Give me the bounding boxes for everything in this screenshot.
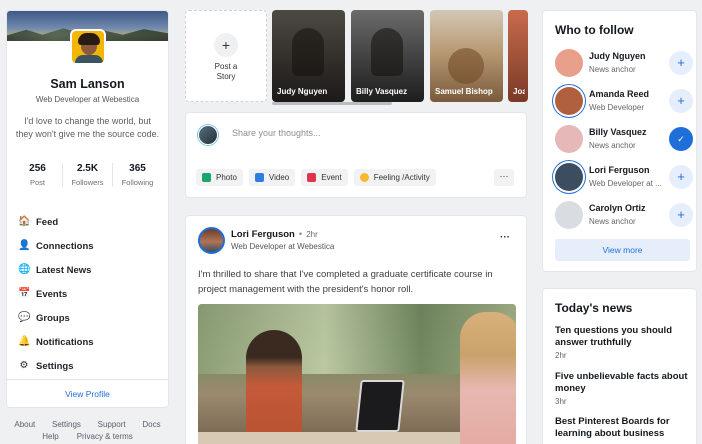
smiley-icon — [359, 173, 369, 182]
avatar[interactable] — [555, 201, 583, 229]
following-button[interactable]: ✓ — [669, 127, 693, 151]
stat-followers: 2.5K Followers — [62, 163, 112, 187]
post-author-subtitle: Web Developer at Webestica — [231, 242, 335, 251]
story-card[interactable]: Judy Nguyen — [272, 10, 345, 102]
post-image[interactable] — [198, 304, 516, 444]
feed-post: Lori Ferguson • 2hr Web Developer at Webes… — [185, 215, 527, 444]
todays-news-title: Today's news — [555, 301, 633, 315]
profile-stats: 256 Post 2.5K Followers 365 Following — [13, 163, 162, 187]
who-to-follow-title: Who to follow — [555, 23, 634, 37]
footer-docs[interactable]: Docs — [142, 420, 160, 429]
news-item[interactable]: Five unbelievable facts about money 3hr — [555, 371, 690, 406]
avatar[interactable] — [555, 125, 583, 153]
footer-help[interactable]: Help — [42, 432, 58, 441]
composer-avatar — [198, 125, 218, 145]
post-story-label: Post a Story — [214, 62, 238, 81]
story-card[interactable]: Samuel Bishop — [430, 10, 503, 102]
footer-privacy[interactable]: Privacy & terms — [77, 432, 133, 441]
footer-settings[interactable]: Settings — [52, 420, 81, 429]
home-icon: 🏠 — [18, 216, 31, 227]
feeling-button[interactable]: Feeling /Activity — [353, 169, 436, 186]
follow-item: Billy Vasquez News anchor ✓ — [555, 125, 693, 155]
nav-latest-news[interactable]: 🌐 Latest News — [18, 258, 162, 282]
story-name: Samuel Bishop — [435, 87, 493, 96]
calendar-icon: 📅 — [18, 288, 31, 299]
follow-button[interactable]: + — [669, 89, 693, 113]
stat-following: 365 Following — [112, 163, 162, 187]
follow-item: Amanda Reed Web Developer + — [555, 87, 693, 117]
profile-card: Sam Lanson Web Developer at Webestica I'… — [6, 10, 169, 408]
post-composer: Share your thoughts... Photo Video Event… — [185, 112, 527, 198]
plus-icon: + — [214, 33, 238, 57]
view-more-button[interactable]: View more — [555, 239, 690, 261]
follow-item: Lori Ferguson Web Developer at ... + — [555, 163, 693, 193]
event-button[interactable]: Event — [301, 169, 348, 186]
nav-events[interactable]: 📅 Events — [18, 282, 162, 306]
bell-icon: 🔔 — [18, 336, 31, 347]
nav-feed[interactable]: 🏠 Feed — [18, 210, 162, 234]
footer-links: About Settings Support Docs Help Privacy… — [6, 420, 169, 444]
nav-notifications[interactable]: 🔔 Notifications — [18, 330, 162, 354]
calendar-icon — [307, 173, 317, 182]
nav-connections[interactable]: 👤 Connections — [18, 234, 162, 258]
story-name: Billy Vasquez — [356, 87, 408, 96]
follow-button[interactable]: + — [669, 203, 693, 227]
avatar[interactable] — [555, 49, 583, 77]
globe-icon: 🌐 — [18, 264, 31, 275]
avatar[interactable] — [555, 87, 583, 115]
nav-groups[interactable]: 💬 Groups — [18, 306, 162, 330]
composer-actions: Photo Video Event Feeling /Activity — [196, 169, 436, 186]
post-author-avatar[interactable] — [198, 227, 225, 254]
follow-button[interactable]: + — [669, 51, 693, 75]
profile-title: Web Developer at Webestica — [35, 95, 140, 104]
post-text: I'm thrilled to share that I've complete… — [198, 269, 493, 295]
post-time: 2hr — [306, 230, 318, 239]
footer-support[interactable]: Support — [98, 420, 126, 429]
news-item[interactable]: Ten questions you should answer truthful… — [555, 325, 690, 360]
composer-more-button[interactable]: ··· — [494, 169, 514, 186]
story-name: Judy Nguyen — [277, 87, 328, 96]
profile-nav: 🏠 Feed 👤 Connections 🌐 Latest News 📅 Events … — [18, 210, 162, 378]
chat-icon: 💬 — [18, 312, 31, 323]
story-card[interactable]: Joa — [508, 10, 528, 102]
photo-icon — [202, 173, 211, 182]
video-button[interactable]: Video — [248, 169, 296, 186]
nav-settings[interactable]: ⚙ Settings — [18, 354, 162, 378]
follow-item: Carolyn Ortiz News anchor + — [555, 201, 693, 231]
who-to-follow-card: Who to follow Judy Nguyen News anchor + … — [542, 10, 697, 272]
photo-button[interactable]: Photo — [196, 169, 243, 186]
post-author-name[interactable]: Lori Ferguson — [231, 229, 295, 240]
profile-avatar[interactable] — [70, 29, 106, 65]
follow-button[interactable]: + — [669, 165, 693, 189]
stories-scrollbar[interactable] — [272, 102, 392, 105]
people-icon: 👤 — [18, 240, 31, 251]
story-card[interactable]: Billy Vasquez — [351, 10, 424, 102]
profile-bio: I'd love to change the world, but they w… — [15, 116, 160, 139]
footer-about[interactable]: About — [14, 420, 35, 429]
video-icon — [254, 173, 264, 182]
view-profile-link[interactable]: View Profile — [7, 379, 168, 407]
todays-news-card: Today's news Ten questions you should an… — [542, 288, 697, 444]
gear-icon: ⚙ — [19, 360, 29, 371]
profile-name[interactable]: Sam Lanson — [7, 77, 168, 91]
avatar[interactable] — [555, 163, 583, 191]
news-item[interactable]: Best Pinterest Boards for learning about… — [555, 416, 690, 439]
follow-item: Judy Nguyen News anchor + — [555, 49, 693, 79]
post-story-button[interactable]: + Post a Story — [185, 10, 267, 102]
stat-posts: 256 Post — [29, 163, 46, 187]
composer-input[interactable]: Share your thoughts... — [232, 128, 321, 138]
post-more-button[interactable]: ··· — [500, 232, 510, 243]
story-name: Joa — [513, 87, 525, 96]
